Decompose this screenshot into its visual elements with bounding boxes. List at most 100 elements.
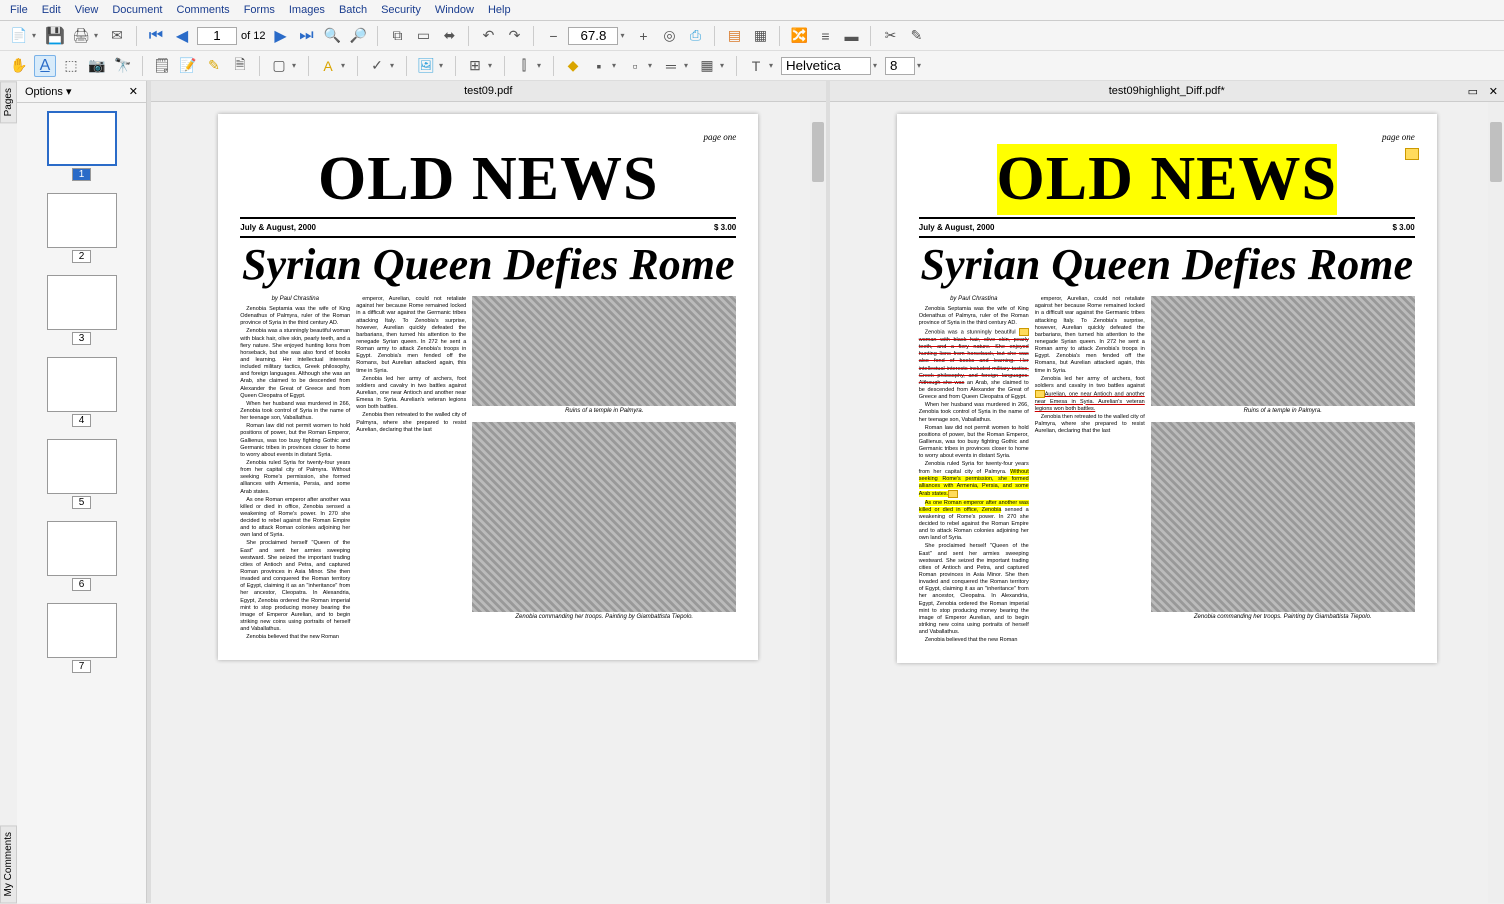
text-select-icon[interactable]: A̲ — [34, 55, 56, 77]
fillcolor-icon[interactable]: ▪ — [588, 55, 610, 77]
menu-edit[interactable]: Edit — [36, 2, 67, 18]
save-icon[interactable]: 💾 — [44, 25, 66, 47]
print-dropdown[interactable]: ▾ — [94, 31, 102, 40]
menu-batch[interactable]: Batch — [333, 2, 373, 18]
thumb-options[interactable]: Options ▾ — [25, 85, 72, 98]
thumb-3[interactable]: 3 — [21, 275, 142, 345]
note-icon[interactable]: 🗒 — [151, 55, 173, 77]
select-icon[interactable]: ⬚ — [60, 55, 82, 77]
print-icon[interactable]: 🖨 — [70, 25, 92, 47]
fit-actual-icon[interactable]: ⧉ — [386, 25, 408, 47]
next-page-icon[interactable]: ▶ — [269, 25, 291, 47]
menu-images[interactable]: Images — [283, 2, 331, 18]
scrollbar-right[interactable] — [1488, 102, 1504, 903]
zoom-in-icon[interactable]: 🔍 — [321, 25, 343, 47]
doc-tab-right[interactable]: test09highlight_Diff.pdf* ▭ ✕ — [830, 81, 1504, 102]
thumb-2[interactable]: 2 — [21, 193, 142, 263]
shape-dropdown[interactable]: ▾ — [292, 61, 300, 70]
new-icon[interactable]: 📄 — [8, 25, 30, 47]
doc-tab-left[interactable]: test09.pdf — [151, 81, 826, 102]
thumb-6[interactable]: 6 — [21, 521, 142, 591]
menu-comments[interactable]: Comments — [171, 2, 236, 18]
zoom-dropdown[interactable]: ▾ — [620, 31, 628, 40]
fit-page-icon[interactable]: ▭ — [412, 25, 434, 47]
redact-icon[interactable]: ▬ — [840, 25, 862, 47]
opacity-icon[interactable]: ▦ — [696, 55, 718, 77]
text-dropdown[interactable]: ▾ — [341, 61, 349, 70]
thumb-1[interactable]: 1 — [21, 111, 142, 181]
tab-mycomments[interactable]: My Comments — [0, 825, 17, 903]
thumb-7[interactable]: 7 — [21, 603, 142, 673]
font-icon[interactable]: T — [745, 55, 767, 77]
comment-note-icon[interactable] — [1035, 390, 1045, 398]
hand-icon[interactable]: ✋ — [8, 55, 30, 77]
border-dropdown[interactable]: ▾ — [648, 61, 656, 70]
fit-width-icon[interactable]: ⬌ — [438, 25, 460, 47]
zoom-input[interactable] — [568, 27, 618, 45]
menu-window[interactable]: Window — [429, 2, 480, 18]
comment-note-icon[interactable] — [948, 490, 958, 498]
last-page-icon[interactable]: ⏭ — [295, 25, 317, 47]
menu-help[interactable]: Help — [482, 2, 517, 18]
doc-icon[interactable]: ▭ — [1468, 85, 1478, 98]
thumb-4[interactable]: 4 — [21, 357, 142, 427]
comment-note-icon[interactable] — [1405, 148, 1419, 160]
crop-icon[interactable]: ✂ — [879, 25, 901, 47]
typewriter-icon[interactable]: 📝 — [177, 55, 199, 77]
page-number-input[interactable] — [197, 27, 237, 45]
doc-view-left[interactable]: page one OLD NEWS July & August, 2000$ 3… — [151, 102, 826, 903]
grid-icon[interactable]: ⊞ — [464, 55, 486, 77]
align-dropdown[interactable]: ▾ — [537, 61, 545, 70]
grid-dropdown[interactable]: ▾ — [488, 61, 496, 70]
border-icon[interactable]: ▫ — [624, 55, 646, 77]
font-select[interactable] — [781, 57, 871, 75]
compare-icon[interactable]: 🔀 — [788, 25, 810, 47]
first-page-icon[interactable]: ⏮ — [145, 25, 167, 47]
doc-view-right[interactable]: page one OLD NEWS July & August, 2000$ 3… — [830, 102, 1504, 903]
edit-icon[interactable]: ✎ — [905, 25, 927, 47]
thumb-close-icon[interactable]: ✕ — [129, 85, 138, 98]
scan-icon[interactable]: ⎙ — [684, 25, 706, 47]
form-icon[interactable]: ▤ — [723, 25, 745, 47]
prev-page-icon[interactable]: ◀ — [171, 25, 193, 47]
fields-icon[interactable]: ▦ — [749, 25, 771, 47]
new-dropdown[interactable]: ▾ — [32, 31, 40, 40]
stamp-icon[interactable]: ✓ — [366, 55, 388, 77]
line-icon[interactable]: ═ — [660, 55, 682, 77]
mail-icon[interactable]: ✉ — [106, 25, 128, 47]
scrollbar-left[interactable] — [810, 102, 826, 903]
image-dropdown[interactable]: ▾ — [439, 61, 447, 70]
font-tool-dropdown[interactable]: ▾ — [769, 61, 777, 70]
loupe-icon[interactable]: ◎ — [658, 25, 680, 47]
snapshot-icon[interactable]: 📷 — [86, 55, 108, 77]
font-size-input[interactable] — [885, 57, 915, 75]
line-dropdown[interactable]: ▾ — [684, 61, 692, 70]
fillcolor-dropdown[interactable]: ▾ — [612, 61, 620, 70]
image-icon[interactable]: 🖼 — [415, 55, 437, 77]
highlight-icon[interactable]: ✎ — [203, 55, 225, 77]
menu-security[interactable]: Security — [375, 2, 427, 18]
fill-icon[interactable]: ◆ — [562, 55, 584, 77]
font-size-dropdown[interactable]: ▾ — [917, 61, 925, 70]
menu-file[interactable]: File — [4, 2, 34, 18]
menu-document[interactable]: Document — [106, 2, 168, 18]
menu-view[interactable]: View — [69, 2, 105, 18]
rect-icon[interactable]: ▢ — [268, 55, 290, 77]
search-icon[interactable]: 🔭 — [112, 55, 134, 77]
font-name-dropdown[interactable]: ▾ — [873, 61, 881, 70]
align-icon[interactable]: ⫿ — [513, 55, 535, 77]
layers-icon[interactable]: ≡ — [814, 25, 836, 47]
menu-forms[interactable]: Forms — [238, 2, 281, 18]
tab-pages[interactable]: Pages — [0, 81, 17, 123]
close-icon[interactable]: ✕ — [1489, 85, 1498, 98]
stamp-dropdown[interactable]: ▾ — [390, 61, 398, 70]
opacity-dropdown[interactable]: ▾ — [720, 61, 728, 70]
text-tool-icon[interactable]: A — [317, 55, 339, 77]
rotate-cw-icon[interactable]: ↷ — [503, 25, 525, 47]
rotate-ccw-icon[interactable]: ↶ — [477, 25, 499, 47]
zoom-out-icon[interactable]: 🔎 — [347, 25, 369, 47]
zoom-plus-icon[interactable]: + — [632, 25, 654, 47]
comment-note-icon[interactable] — [1019, 328, 1029, 336]
zoom-minus-icon[interactable]: − — [542, 25, 564, 47]
thumb-5[interactable]: 5 — [21, 439, 142, 509]
